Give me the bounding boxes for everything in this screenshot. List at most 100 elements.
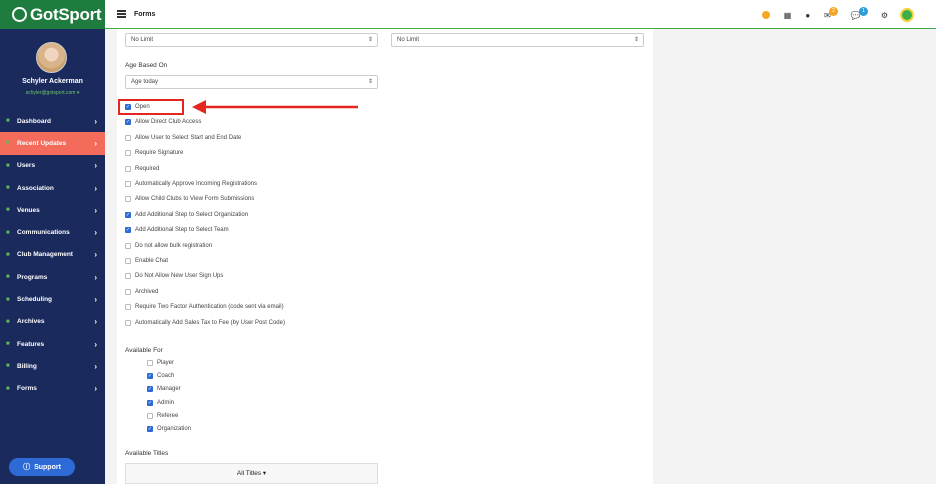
checkbox[interactable] <box>125 273 131 280</box>
association-icon: ■ <box>6 185 10 192</box>
sidebar-item-dashboard[interactable]: ■ Dashboard › <box>0 110 105 132</box>
checkbox[interactable]: ✓ <box>125 211 131 218</box>
checkbox-row[interactable]: ✓ Allow Direct Club Access <box>125 117 201 127</box>
checkbox-row[interactable]: ✓ Admin <box>147 398 174 408</box>
checkbox-label: Archived <box>135 288 159 295</box>
titles-dropdown-button[interactable]: All Titles ▾ <box>125 463 378 484</box>
sidebar-item-label: Programs <box>17 273 48 281</box>
club-icon: ■ <box>6 251 10 258</box>
gotsport-logo[interactable]: GotSport <box>0 0 105 29</box>
checkbox-label: Admin <box>157 399 175 406</box>
sidebar-item-label: Recent Updates <box>17 139 67 147</box>
sidebar-item-communications[interactable]: ■ Communications › <box>0 221 105 243</box>
help-icon[interactable] <box>761 11 770 19</box>
checkbox-row[interactable]: Allow User to Select Start and End Date <box>125 133 241 143</box>
sidebar-item-label: Archives <box>17 318 45 326</box>
checkbox-row[interactable]: Require Two Factor Authentication (code … <box>125 302 284 312</box>
chat-icon[interactable]: 💬 1 <box>851 6 868 20</box>
mail-badge: 2 <box>828 6 838 16</box>
logo-g-icon <box>12 7 27 22</box>
checkbox-row[interactable]: ✓ Add Additional Step to Select Organizat… <box>125 210 248 220</box>
checkbox[interactable] <box>125 319 131 326</box>
sidebar-item-venues[interactable]: ■ Venues › <box>0 199 105 221</box>
checkbox-row[interactable]: Require Signature <box>125 148 183 158</box>
mail-icon[interactable]: ✉ 2 <box>824 6 838 20</box>
sidebar-item-label: Users <box>17 162 36 170</box>
checkbox-row[interactable]: Referee <box>147 411 178 421</box>
sidebar: GotSport Schyler Ackerman schyler@gotspo… <box>0 0 105 484</box>
sidebar-item-label: Forms <box>17 385 37 393</box>
checkbox[interactable] <box>125 181 131 187</box>
checkbox-row[interactable]: Do Not Allow New User Sign Ups <box>125 271 223 281</box>
checkbox-row[interactable]: Enable Chat <box>125 256 168 266</box>
checkbox-row[interactable]: Archived <box>125 287 158 297</box>
sidebar-item-label: Club Management <box>17 251 73 259</box>
checkbox[interactable] <box>125 134 131 141</box>
checkbox-row[interactable]: ✓ Coach <box>147 371 174 381</box>
sidebar-item-label: Dashboard <box>17 117 51 125</box>
checkbox-row[interactable]: ✓ Organization <box>147 424 191 434</box>
checkbox[interactable] <box>125 304 131 311</box>
checkbox-row[interactable]: ✓ Manager <box>147 384 181 394</box>
user-icon[interactable]: ● <box>805 11 810 20</box>
checkbox[interactable] <box>125 258 131 264</box>
checkbox[interactable] <box>125 165 131 172</box>
checkbox[interactable] <box>125 150 131 157</box>
checkbox-row[interactable]: ✓ Add Additional Step to Select Team <box>125 225 229 235</box>
limit-select-1[interactable]: No Limit ⇕ <box>125 33 378 47</box>
checkbox[interactable]: ✓ <box>147 373 153 380</box>
sidebar-item-billing[interactable]: ■ Billing › <box>0 355 105 377</box>
checkbox-row[interactable]: Automatically Add Sales Tax to Fee (by U… <box>125 318 285 328</box>
checkbox[interactable] <box>125 196 131 203</box>
checkbox-label: Require Two Factor Authentication (code … <box>135 304 284 311</box>
checkbox-label: Do not allow bulk registration <box>135 242 213 249</box>
star-icon: ■ <box>6 341 10 348</box>
highlight-box <box>118 99 184 115</box>
settings-icon[interactable]: ⚙ <box>881 11 888 20</box>
club-crest-icon[interactable] <box>900 8 914 22</box>
checkbox-label: Require Signature <box>135 150 184 157</box>
hamburger-menu-icon[interactable] <box>117 9 126 20</box>
checkbox-label: Automatically Add Sales Tax to Fee (by U… <box>135 319 285 326</box>
checkbox-row[interactable]: Allow Child Clubs to View Form Submissio… <box>125 194 254 204</box>
checkbox-label: Automatically Approve Incoming Registrat… <box>135 181 258 187</box>
checkbox[interactable]: ✓ <box>125 227 131 234</box>
checkbox[interactable]: ✓ <box>147 386 153 393</box>
checkbox[interactable]: ✓ <box>147 426 153 432</box>
sidebar-item-recent-updates[interactable]: ■ Recent Updates › <box>0 132 105 155</box>
age-based-select[interactable]: Age today ⇕ <box>125 75 378 89</box>
chevron-right-icon: › <box>94 295 97 305</box>
sidebar-item-users[interactable]: ■ Users › <box>0 155 105 177</box>
checkbox-label: Add Additional Step to Select Team <box>135 227 229 234</box>
chevron-right-icon: › <box>94 250 97 260</box>
support-button[interactable]: ⓘ Support <box>9 458 75 476</box>
checkbox-row[interactable]: Do not allow bulk registration <box>125 241 212 251</box>
sidebar-item-label: Association <box>17 184 54 192</box>
checkbox-label: Organization <box>157 426 192 432</box>
sidebar-item-scheduling[interactable]: ■ Scheduling › <box>0 288 105 310</box>
sidebar-item-features[interactable]: ■ Features › <box>0 333 105 355</box>
checkbox-row[interactable]: Player <box>147 358 174 368</box>
user-email-dropdown[interactable]: schyler@gotsport.com ▾ <box>0 90 105 96</box>
sidebar-item-club-management[interactable]: ■ Club Management › <box>0 244 105 266</box>
checkbox[interactable]: ✓ <box>147 399 153 406</box>
sidebar-item-forms[interactable]: ■ Forms › <box>0 378 105 400</box>
sidebar-item-programs[interactable]: ■ Programs › <box>0 266 105 288</box>
checkbox-label: Player <box>157 360 175 366</box>
checkbox-label: Allow Direct Club Access <box>135 119 202 126</box>
users-icon: ■ <box>6 162 10 169</box>
select-arrow-icon: ⇕ <box>367 37 373 43</box>
checkbox[interactable] <box>147 412 153 419</box>
checkbox[interactable] <box>125 242 131 249</box>
checkbox[interactable]: ✓ <box>125 119 131 126</box>
checkbox-row[interactable]: Automatically Approve Incoming Registrat… <box>125 179 257 189</box>
chevron-right-icon: › <box>94 205 97 215</box>
avatar[interactable] <box>36 42 67 73</box>
checkbox[interactable] <box>147 360 153 366</box>
sidebar-item-association[interactable]: ■ Association › <box>0 177 105 199</box>
checkbox[interactable] <box>125 288 131 295</box>
sidebar-item-archives[interactable]: ■ Archives › <box>0 311 105 333</box>
limit-select-2[interactable]: No Limit ⇕ <box>391 33 644 47</box>
checkbox-row[interactable]: Required <box>125 164 159 174</box>
grid-icon[interactable]: ▦ <box>784 11 792 20</box>
